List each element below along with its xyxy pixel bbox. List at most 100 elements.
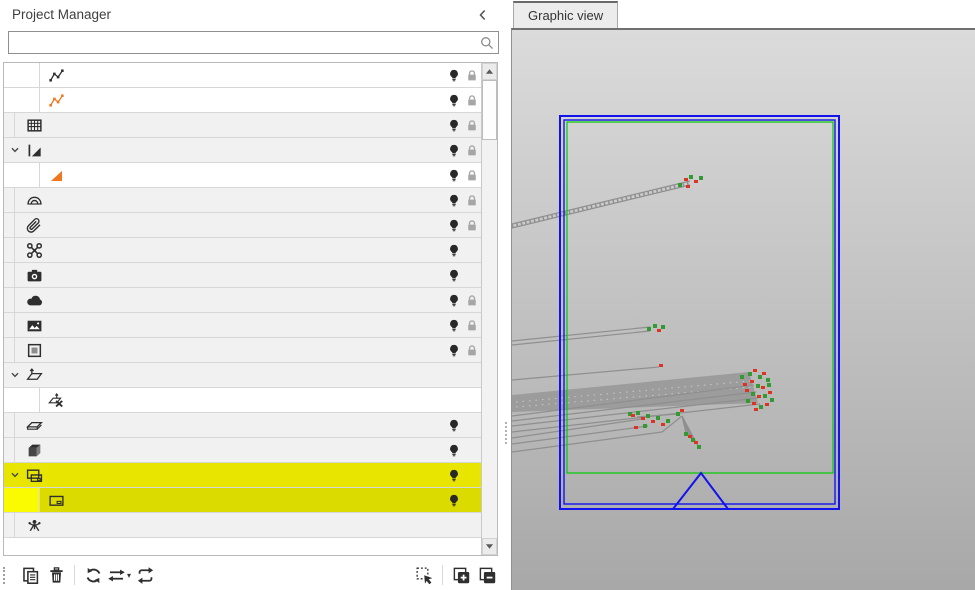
survey-marker-green — [689, 175, 693, 179]
survey-marker-green — [746, 399, 750, 403]
reload-button[interactable] — [133, 563, 157, 587]
lock-icon[interactable] — [465, 293, 479, 308]
drawing-icon — [48, 167, 65, 184]
toolbar-grip-icon[interactable] — [3, 567, 13, 584]
chevron-down-icon[interactable] — [4, 467, 25, 483]
tree-row-main-survey[interactable] — [4, 63, 481, 88]
expand-all-button[interactable] — [449, 563, 473, 587]
dropdown-caret-icon: ▾ — [127, 571, 131, 580]
scrollbar-down-icon[interactable] — [482, 538, 497, 555]
survey-marker-red — [754, 408, 758, 411]
collapse-panel-icon[interactable] — [474, 6, 492, 24]
tree-row-plot-boxes[interactable] — [4, 463, 481, 488]
paperclip-icon — [26, 217, 43, 234]
tree-row-views-view-points[interactable] — [4, 513, 481, 538]
tree-row-sections-groups[interactable] — [4, 188, 481, 213]
swap-dropdown-button[interactable]: ▾ — [107, 563, 131, 587]
drawings-icon — [26, 142, 43, 159]
surfaces-icon — [26, 117, 43, 134]
visibility-bulb-icon[interactable] — [447, 193, 461, 208]
visibility-bulb-icon[interactable] — [447, 293, 461, 308]
lock-icon[interactable] — [465, 68, 479, 83]
tree-row-ground-photos-sessions[interactable] — [4, 263, 481, 288]
visibility-bulb-icon[interactable] — [447, 443, 461, 458]
tree-row-projection-planes[interactable] — [4, 363, 481, 388]
collapse-all-button[interactable] — [475, 563, 499, 587]
tree-row-clipping-boxes[interactable] — [4, 438, 481, 463]
survey-marker-red — [765, 403, 769, 406]
survey-marker-red — [641, 417, 645, 420]
tree-row-clipping-planes[interactable] — [4, 413, 481, 438]
visibility-bulb-icon[interactable] — [447, 143, 461, 158]
lock-icon[interactable] — [465, 318, 479, 333]
visibility-bulb-icon[interactable] — [447, 268, 461, 283]
graphic-view-panel: Graphic view — [511, 0, 975, 590]
visibility-bulb-icon[interactable] — [447, 218, 461, 233]
lock-icon[interactable] — [465, 193, 479, 208]
lock-icon[interactable] — [465, 168, 479, 183]
survey-marker-green — [766, 378, 770, 382]
survey-marker-green — [647, 327, 651, 331]
scrollbar-up-icon[interactable] — [482, 63, 497, 80]
tree-row-plotbox-1[interactable] — [4, 488, 481, 513]
lock-icon[interactable] — [465, 93, 479, 108]
survey-marker-red — [661, 423, 665, 426]
visibility-bulb-icon[interactable] — [447, 93, 461, 108]
survey-marker-red — [684, 178, 688, 181]
replace-button[interactable] — [81, 563, 105, 587]
selection-mode-button[interactable] — [412, 563, 436, 587]
tree-row-flight-sessions[interactable] — [4, 238, 481, 263]
row-gutter — [4, 513, 15, 537]
survey-marker-green — [684, 432, 688, 436]
survey-marker-green — [770, 398, 774, 402]
visibility-bulb-icon[interactable] — [447, 168, 461, 183]
application-window: { "panel": { "title": "Project Manager" … — [0, 0, 975, 590]
panel-splitter[interactable] — [502, 0, 511, 590]
visibility-bulb-icon[interactable] — [447, 68, 461, 83]
survey-marker-green — [767, 383, 771, 387]
plot-boxes-icon — [26, 467, 43, 484]
panel-title: Project Manager — [12, 7, 111, 22]
visibility-bulb-icon[interactable] — [447, 493, 461, 508]
survey-marker-red — [757, 395, 761, 398]
tree-row-none[interactable] — [4, 388, 481, 413]
chevron-down-icon[interactable] — [4, 142, 25, 158]
lock-icon[interactable] — [465, 218, 479, 233]
survey-marker-red — [688, 435, 692, 438]
scrollbar-thumb[interactable] — [482, 80, 497, 140]
tree-scrollbar[interactable] — [481, 63, 497, 555]
tree-row-external-documents[interactable] — [4, 213, 481, 238]
tree-row-point-clouds[interactable] — [4, 288, 481, 313]
row-gutter — [4, 388, 40, 412]
panel-header: Project Manager — [0, 0, 502, 28]
delete-button[interactable] — [44, 563, 68, 587]
tree-row-surfaces[interactable] — [4, 113, 481, 138]
survey-marker-green — [751, 392, 755, 396]
graphic-view-canvas[interactable] — [511, 28, 975, 590]
copy-button[interactable] — [18, 563, 42, 587]
tree-row-main-drawing[interactable] — [4, 163, 481, 188]
tree-row-orthophotos[interactable] — [4, 338, 481, 363]
visibility-bulb-icon[interactable] — [447, 118, 461, 133]
row-gutter — [4, 413, 15, 437]
visibility-bulb-icon[interactable] — [447, 318, 461, 333]
search-box — [8, 31, 499, 54]
survey-marker-green — [656, 416, 660, 420]
search-input[interactable] — [11, 33, 475, 54]
visibility-bulb-icon[interactable] — [447, 468, 461, 483]
chevron-down-icon[interactable] — [4, 367, 25, 383]
visibility-bulb-icon[interactable] — [447, 343, 461, 358]
row-gutter — [4, 113, 15, 137]
tree-row-drawings[interactable] — [4, 138, 481, 163]
toolbar-separator — [442, 565, 443, 585]
lock-icon[interactable] — [465, 143, 479, 158]
visibility-bulb-icon[interactable] — [447, 418, 461, 433]
lock-icon[interactable] — [465, 343, 479, 358]
tab-graphic-view[interactable]: Graphic view — [513, 1, 618, 28]
row-gutter — [4, 188, 15, 212]
visibility-bulb-icon[interactable] — [447, 243, 461, 258]
lock-icon[interactable] — [465, 118, 479, 133]
tree-row-ril-141123[interactable] — [4, 88, 481, 113]
tree-row-raster-maps[interactable] — [4, 313, 481, 338]
survey-marker-green — [661, 325, 665, 329]
